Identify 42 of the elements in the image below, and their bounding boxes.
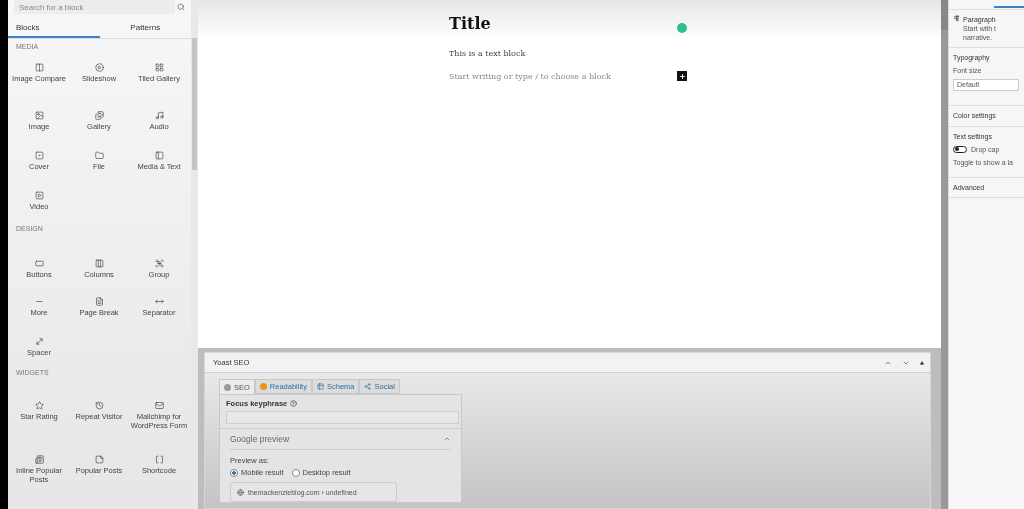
history-icon[interactable] xyxy=(94,401,104,410)
image-icon[interactable] xyxy=(34,111,44,120)
button-shape-icon[interactable] xyxy=(34,259,44,268)
video-icon[interactable] xyxy=(34,191,44,200)
scrollbar-thumb[interactable] xyxy=(192,38,197,170)
grid-icon[interactable] xyxy=(154,63,164,72)
section-title[interactable]: Google preview xyxy=(230,434,290,444)
newspaper-icon[interactable] xyxy=(34,455,44,464)
scrollbar-thumb[interactable] xyxy=(941,0,948,30)
globe-icon xyxy=(237,488,244,496)
inserter-tab[interactable]: Blocks xyxy=(8,20,100,38)
play-icon[interactable] xyxy=(94,63,104,72)
star-icon[interactable] xyxy=(34,401,44,410)
keyphrase-input[interactable] xyxy=(226,411,459,424)
note-icon[interactable] xyxy=(94,455,104,464)
inserter-tab[interactable]: Patterns xyxy=(99,20,191,38)
share-icon xyxy=(364,383,372,390)
table-icon xyxy=(316,383,324,390)
chevron-up-icon[interactable] xyxy=(443,435,451,443)
search-icon[interactable] xyxy=(177,3,185,11)
columns-icon[interactable] xyxy=(94,259,104,268)
triangle-icon[interactable] xyxy=(920,360,924,365)
resize-arrows-icon[interactable] xyxy=(34,337,44,346)
post-title[interactable]: Title xyxy=(449,14,491,33)
search-field[interactable]: Search for a block xyxy=(14,0,175,14)
grammarly-icon xyxy=(677,22,687,33)
separator-icon[interactable] xyxy=(154,297,164,306)
gallery-icon[interactable] xyxy=(94,111,104,120)
paragraph-block[interactable]: This is a text block xyxy=(449,49,941,58)
brackets-icon[interactable] xyxy=(154,455,164,464)
block-placeholder[interactable]: Start writing or type / to choose a block xyxy=(449,71,611,81)
help-icon[interactable] xyxy=(290,400,298,407)
add-block-button[interactable] xyxy=(677,71,687,81)
tab-indicator xyxy=(994,6,1024,8)
folder-icon[interactable] xyxy=(94,151,104,160)
toggle-switch[interactable] xyxy=(953,145,967,153)
mail-icon[interactable] xyxy=(154,401,164,410)
media-text-icon[interactable] xyxy=(154,151,164,160)
music-note-icon[interactable] xyxy=(154,111,164,120)
cover-icon[interactable] xyxy=(34,151,44,160)
page-icon[interactable] xyxy=(94,297,104,306)
pilcrow-icon xyxy=(953,15,960,22)
